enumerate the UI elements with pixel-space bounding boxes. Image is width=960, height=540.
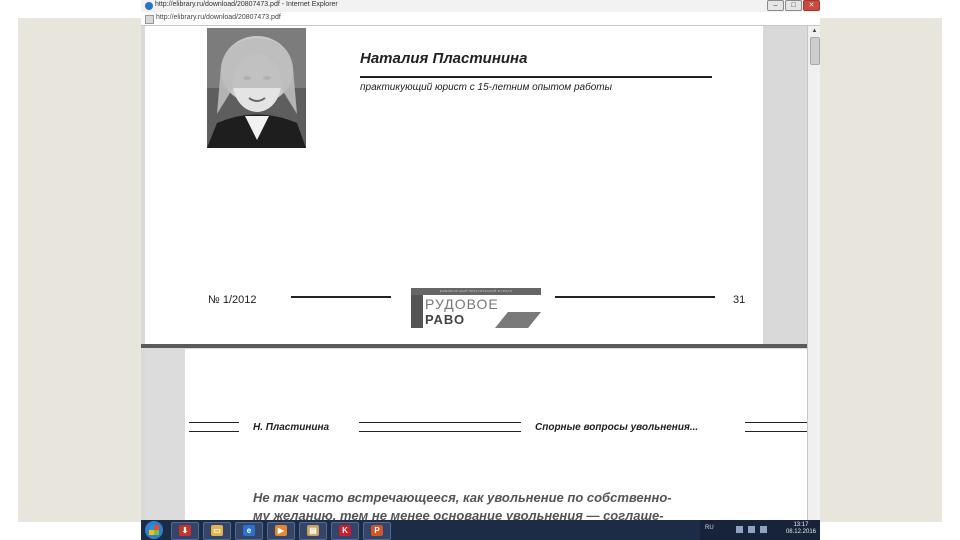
body-text-line-1: Не так часто встречающееся, как увольнен…: [253, 490, 672, 505]
header-rule-3b: [745, 431, 807, 432]
internet-explorer-icon: e: [243, 525, 255, 536]
title-bar: http://elibrary.ru/download/20807473.pdf…: [141, 0, 820, 12]
header-rule-2b: [359, 431, 521, 432]
logo-letter-block: [411, 295, 423, 328]
page-separator: [141, 344, 807, 348]
network-icon[interactable]: [736, 526, 743, 533]
taskbar-button-file-explorer[interactable]: ▭: [203, 522, 231, 540]
address-bar[interactable]: http://elibrary.ru/download/20807473.pdf: [141, 12, 820, 26]
internet-explorer-icon: [145, 2, 153, 10]
scroll-thumb[interactable]: [810, 37, 820, 65]
journal-logo: ЕЖЕМЕСЯЧНЫЙ ПРАКТИЧЕСКИЙ ЖУРНАЛ РУДОВОЕ …: [411, 288, 541, 328]
taskbar: ⬇ ▭ e ▶ ▤ K P RU 13:17 08.12.2016: [141, 520, 820, 540]
taskbar-button-internet-explorer[interactable]: e: [235, 522, 263, 540]
browser-window: http://elibrary.ru/download/20807473.pdf…: [141, 0, 820, 540]
powerpoint-icon: P: [371, 525, 383, 536]
logo-word-pravo: РАВО: [425, 312, 466, 327]
taskbar-button-kaspersky[interactable]: K: [331, 522, 359, 540]
running-author: Н. Пластинина: [253, 422, 330, 433]
taskbar-button-folder[interactable]: ▤: [299, 522, 327, 540]
taskbar-button-powerpoint[interactable]: P: [363, 522, 391, 540]
pdf-page-31: Наталия Пластинина практикующий юрист с …: [145, 26, 763, 344]
window-controls: – □ ✕: [766, 0, 820, 11]
logo-top-bar: ЕЖЕМЕСЯЧНЫЙ ПРАКТИЧЕСКИЙ ЖУРНАЛ: [411, 288, 541, 295]
download-manager-icon: ⬇: [179, 525, 191, 536]
author-photo-image: [207, 28, 306, 148]
pdf-page-32: Н. Пластинина Спорные вопросы увольнения…: [145, 349, 807, 520]
running-title: Спорные вопросы увольнения...: [535, 422, 699, 433]
footer-rule-left: [291, 296, 391, 298]
minimize-button[interactable]: –: [767, 0, 784, 11]
author-photo: [207, 28, 306, 148]
media-player-icon: ▶: [275, 525, 287, 536]
logo-word-trudovoe: РУДОВОЕ: [425, 296, 499, 312]
footer-rule-right: [555, 296, 715, 298]
kaspersky-icon: K: [339, 525, 351, 536]
page-icon: [145, 15, 154, 24]
close-button[interactable]: ✕: [803, 0, 820, 11]
taskbar-button-media-player[interactable]: ▶: [267, 522, 295, 540]
issue-number: № 1/2012: [208, 294, 257, 306]
page-number: 31: [733, 294, 746, 306]
header-rule-1b: [189, 431, 239, 432]
clock-date: 08.12.2016: [785, 529, 816, 535]
header-rule-1a: [189, 422, 239, 423]
address-url[interactable]: http://elibrary.ru/download/20807473.pdf: [156, 14, 281, 21]
flag-icon[interactable]: [748, 526, 755, 533]
system-tray: RU 13:17 08.12.2016: [700, 520, 820, 540]
header-rule-2a: [359, 422, 521, 423]
pdf-viewer: Наталия Пластинина практикующий юрист с …: [141, 26, 820, 520]
folder-icon: ▤: [307, 525, 319, 536]
scroll-up-arrow-icon[interactable]: ▲: [810, 27, 819, 36]
start-button[interactable]: [145, 521, 163, 539]
author-name: Наталия Пластинина: [360, 50, 528, 67]
header-rule-3a: [745, 422, 807, 423]
clock-time: 13:17: [793, 522, 809, 528]
clock[interactable]: 13:17 08.12.2016: [786, 522, 816, 536]
window-title: http://elibrary.ru/download/20807473.pdf…: [155, 1, 338, 8]
language-indicator[interactable]: RU: [705, 525, 714, 531]
logo-slant: [495, 312, 541, 328]
name-divider: [360, 76, 712, 78]
body-text-line-2: му желанию, тем не менее основание уволь…: [253, 508, 664, 520]
author-description: практикующий юрист с 15-летним опытом ра…: [360, 82, 612, 93]
maximize-button[interactable]: □: [785, 0, 802, 11]
volume-icon[interactable]: [760, 526, 767, 533]
vertical-scrollbar[interactable]: ▲: [807, 26, 820, 520]
taskbar-button-download-manager[interactable]: ⬇: [171, 522, 199, 540]
page-margin: [145, 349, 185, 520]
file-explorer-icon: ▭: [211, 525, 223, 536]
